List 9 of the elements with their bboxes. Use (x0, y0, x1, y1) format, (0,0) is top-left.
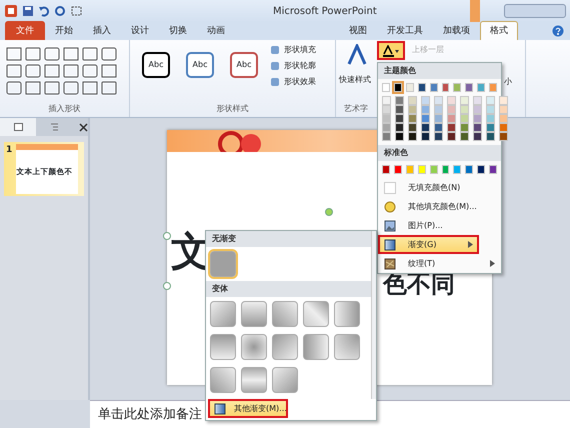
group-label: 插入形状 (48, 103, 82, 115)
group-label: 艺术字 (344, 103, 368, 115)
menu-header: 主题颜色 (378, 63, 501, 79)
slide-number: 1 (6, 144, 12, 157)
menu-header: 无渐变 (206, 231, 371, 247)
menu-header: 变体 (206, 281, 371, 297)
window-title: Microsoft PowerPoint (273, 4, 377, 18)
group-label: 形状样式 (216, 103, 250, 115)
menu-header: 标准色 (378, 145, 501, 161)
